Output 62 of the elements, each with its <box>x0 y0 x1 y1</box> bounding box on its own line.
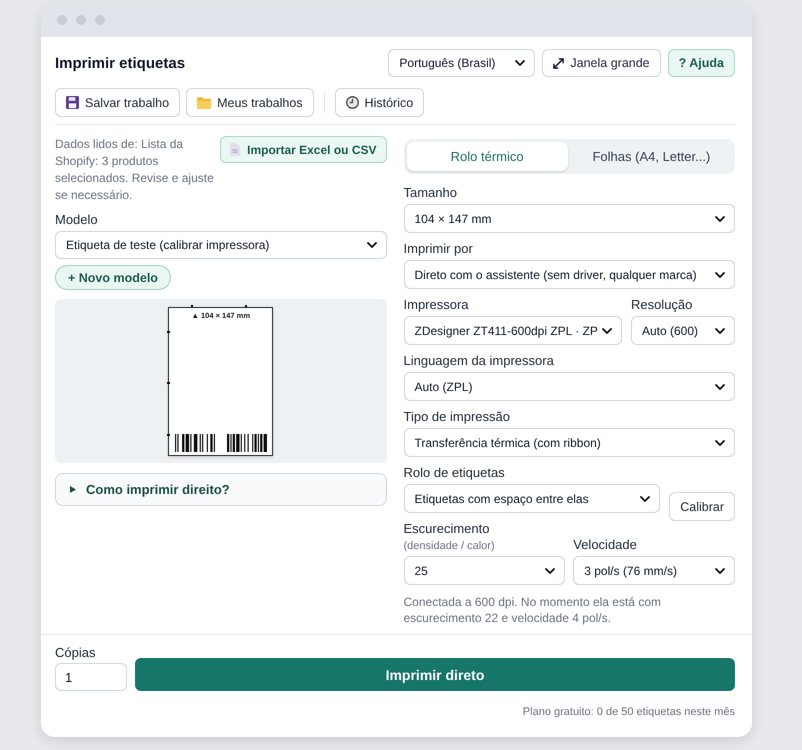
field-label: Tamanho <box>404 185 458 201</box>
calibrate-button[interactable]: Calibrar <box>669 492 735 521</box>
import-button[interactable]: Importar Excel ou CSV <box>220 136 386 163</box>
dropdown[interactable]: Auto (ZPL) <box>404 372 735 401</box>
tick-mark <box>167 331 170 332</box>
barcode-icon <box>175 434 216 452</box>
dropdown[interactable]: Etiquetas com espaço entre elas <box>404 484 660 513</box>
dropdown[interactable]: 3 pol/s (76 mm/s) <box>573 556 735 585</box>
field-label: Escurecimento <box>404 521 490 537</box>
how-to-print-disclosure[interactable]: Como imprimir direito? <box>55 473 386 506</box>
dropdown[interactable]: Transferência térmica (com ribbon) <box>404 428 735 457</box>
new-template-button[interactable]: + Novo modelo <box>55 265 171 290</box>
chevron-down-icon <box>515 60 526 66</box>
field-label: Modelo <box>55 212 99 228</box>
my-jobs-button[interactable]: Meus trabalhos <box>186 88 314 117</box>
chevron-down-icon <box>602 328 612 334</box>
field-label: Imprimir por <box>404 241 474 257</box>
tick-mark <box>191 305 193 308</box>
tick-mark <box>245 305 247 308</box>
chevron-down-icon <box>715 568 725 574</box>
expand-arrows-icon <box>553 58 564 68</box>
chevron-down-icon <box>715 272 725 278</box>
chevron-down-icon <box>545 568 556 574</box>
field-label: Cópias <box>55 645 96 661</box>
chevron-down-icon <box>715 328 725 334</box>
template-dropdown[interactable]: Etiqueta de teste (calibrar impressora) <box>55 231 386 259</box>
field-label: Resolução <box>630 297 694 313</box>
field-label: Tipo de impressão <box>404 409 511 425</box>
field-hint: (densidade / calor) <box>404 539 496 553</box>
history-button[interactable]: Histórico <box>334 88 424 117</box>
field-label: Impressora <box>404 297 470 313</box>
chevron-down-icon <box>366 242 376 248</box>
data-source-note: Dados lidos de: Lista da Shopify: 3 produtos selecionados. Revise e ajuste se necessário. <box>55 136 215 204</box>
field-label: Linguagem da impressora <box>404 353 555 369</box>
print-button[interactable]: Imprimir direto <box>135 658 735 691</box>
large-window-button[interactable]: Janela grande <box>542 49 661 77</box>
clock-icon <box>346 96 359 109</box>
chevron-down-icon <box>715 216 725 222</box>
help-button[interactable]: ? Ajuda <box>668 49 735 77</box>
dropdown[interactable]: Auto (600) <box>630 316 735 345</box>
field-label: Velocidade <box>573 537 638 553</box>
language-dropdown[interactable]: Português (Brasil) <box>388 49 536 77</box>
field-label: Rolo de etiquetas <box>404 465 506 481</box>
folder-icon <box>197 96 212 108</box>
chevron-down-icon <box>715 440 725 446</box>
tick-mark <box>167 434 170 436</box>
dialog-title: Imprimir etiquetas <box>55 54 186 72</box>
dropdown[interactable]: ZDesigner ZT411-600dpi ZPL · ZP <box>404 316 622 345</box>
dropdown[interactable]: 25 <box>404 556 566 585</box>
tab[interactable]: Folhas (A4, Letter...) <box>570 142 732 171</box>
printer-status-note: Conectada a 600 dpi. No momento ela está com escurecimento 22 e velocidade 4 pol/s. <box>404 594 662 626</box>
tick-mark <box>167 382 170 384</box>
plan-usage-note: Plano gratuito: 0 de 50 etiquetas neste mês <box>522 705 735 719</box>
save-button[interactable]: Salvar trabalho <box>55 88 180 117</box>
document-icon <box>230 143 240 156</box>
chevron-down-icon <box>715 384 725 390</box>
copies-field[interactable]: 1 <box>55 663 127 691</box>
dropdown[interactable]: 104 × 147 mm <box>404 204 735 233</box>
tab[interactable]: Rolo térmico <box>406 142 568 171</box>
dropdown[interactable]: Direto com o assistente (sem driver, qualquer marca) <box>404 260 735 289</box>
chevron-down-icon <box>640 496 650 502</box>
barcode-icon <box>227 434 268 452</box>
